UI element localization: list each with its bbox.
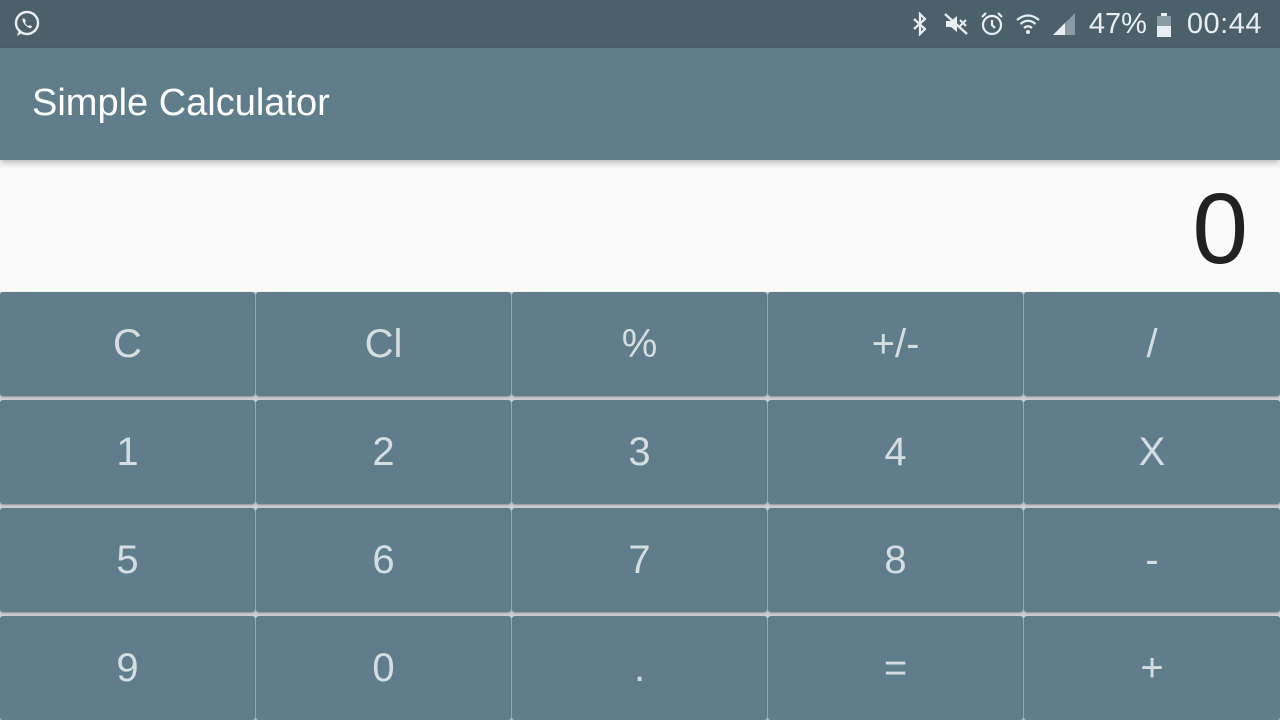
key-7[interactable]: 7 (512, 508, 767, 612)
battery-percentage: 47% (1088, 7, 1147, 40)
key-add[interactable]: + (1024, 616, 1280, 720)
key-4[interactable]: 4 (768, 400, 1023, 504)
key-8[interactable]: 8 (768, 508, 1023, 612)
app-bar: Simple Calculator (0, 48, 1280, 160)
key-divide[interactable]: / (1024, 292, 1280, 396)
bluetooth-icon (907, 11, 933, 37)
calculator-display: 0 (0, 160, 1280, 292)
key-2[interactable]: 2 (256, 400, 511, 504)
key-9[interactable]: 9 (0, 616, 255, 720)
key-6[interactable]: 6 (256, 508, 511, 612)
status-bar: 47% 00:44 (0, 0, 1280, 48)
key-clear[interactable]: C (0, 292, 255, 396)
key-percent[interactable]: % (512, 292, 767, 396)
clock: 00:44 (1186, 7, 1262, 40)
signal-icon (1051, 11, 1077, 37)
key-equals[interactable]: = (768, 616, 1023, 720)
key-0[interactable]: 0 (256, 616, 511, 720)
key-5[interactable]: 5 (0, 508, 255, 612)
keypad: C Cl % +/- / 1 2 3 4 X 5 6 7 8 - 9 0 . =… (0, 292, 1280, 720)
app-title: Simple Calculator (32, 82, 330, 124)
mute-icon (943, 11, 969, 37)
key-multiply[interactable]: X (1024, 400, 1280, 504)
alarm-icon (979, 11, 1005, 37)
key-clear-all[interactable]: Cl (256, 292, 511, 396)
key-3[interactable]: 3 (512, 400, 767, 504)
key-negate[interactable]: +/- (768, 292, 1023, 396)
wifi-icon (1015, 11, 1041, 37)
display-value: 0 (1192, 173, 1248, 285)
whatsapp-icon (12, 9, 42, 39)
key-decimal[interactable]: . (512, 616, 767, 720)
battery-icon (1156, 12, 1171, 37)
key-subtract[interactable]: - (1024, 508, 1280, 612)
key-1[interactable]: 1 (0, 400, 255, 504)
